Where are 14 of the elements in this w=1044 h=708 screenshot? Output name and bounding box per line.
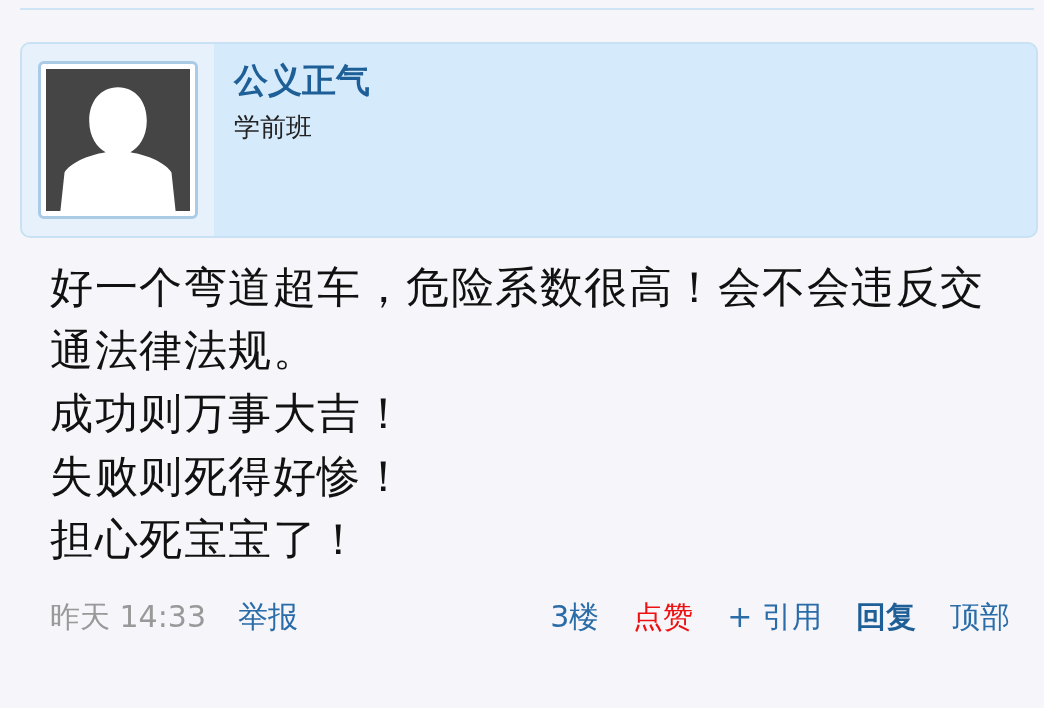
reply-link[interactable]: 回复: [856, 597, 916, 638]
like-link[interactable]: 点赞: [633, 597, 694, 638]
post-text: 失败则死得好惨！: [50, 450, 407, 503]
top-link[interactable]: 顶部: [950, 597, 1010, 638]
quote-link[interactable]: + 引用: [727, 597, 822, 638]
user-rank: 学前班: [234, 111, 313, 144]
post-text: 成功则万事大吉！: [50, 387, 407, 440]
author-name[interactable]: 公义正气: [234, 58, 370, 104]
report-link[interactable]: 举报: [238, 597, 298, 638]
floor-number[interactable]: 3楼: [550, 597, 600, 638]
avatar-icon: [46, 69, 190, 211]
post-time: 昨天 14:33: [50, 598, 206, 636]
post-text: 好一个弯道超车，危险系数很高！会不会违反交通法律法规。: [50, 261, 986, 377]
post-text: 担心死宝宝了！: [50, 513, 363, 566]
